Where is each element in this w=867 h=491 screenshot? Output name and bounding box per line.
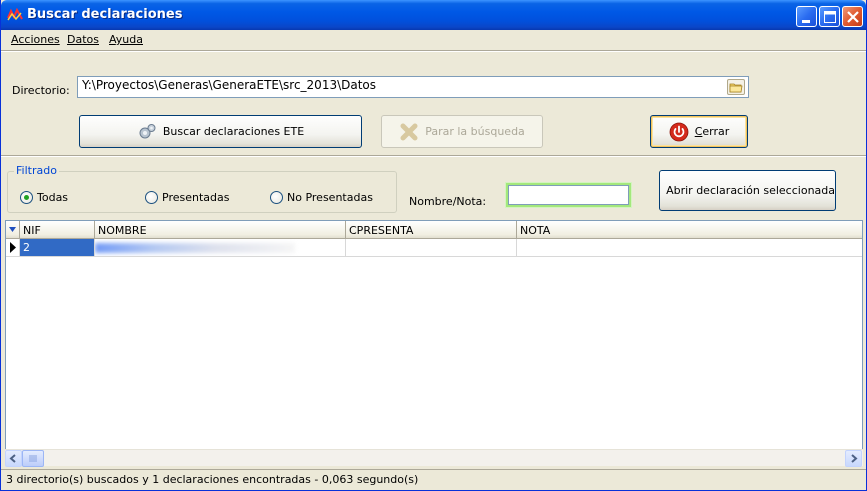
search-declarations-button[interactable]: Buscar declaraciones ETE — [79, 115, 362, 148]
cell-nif-value: 2 — [23, 241, 30, 254]
filter-legend: Filtrado — [14, 164, 59, 177]
maximize-icon — [824, 11, 836, 23]
search-declarations-label: Buscar declaraciones ETE — [162, 125, 305, 138]
scroll-left-button[interactable] — [5, 450, 22, 467]
col-header-nota[interactable]: NOTA — [517, 221, 862, 239]
scroll-right-button[interactable] — [845, 450, 862, 467]
grip-icon — [29, 455, 37, 462]
title-bar[interactable]: Buscar declaraciones — [1, 0, 866, 30]
nota-input[interactable] — [508, 185, 629, 205]
menu-bar: Acciones Datos Ayuda — [1, 30, 866, 50]
grid-header: NIF NOMBRE CPRESENTA NOTA — [6, 221, 862, 239]
stop-search-button[interactable]: Parar la búsqueda — [381, 115, 543, 148]
redacted-blur — [95, 243, 295, 253]
folder-icon — [729, 83, 743, 93]
window-title: Buscar declaraciones — [27, 7, 183, 22]
close-window-button[interactable] — [842, 6, 863, 27]
radio-circle — [145, 191, 158, 204]
chevron-right-icon — [851, 454, 858, 463]
sort-indicator-cell[interactable] — [6, 221, 20, 239]
directory-value: Y:\Proyectos\Generas\GeneraETE\src_2013\… — [82, 78, 377, 92]
row-indicator — [6, 239, 20, 256]
radio-no-presentadas[interactable]: No Presentadas — [270, 191, 373, 204]
radio-circle-selected — [20, 191, 33, 204]
minimize-icon — [802, 20, 810, 23]
table-row[interactable]: 2 — [6, 239, 862, 257]
declarations-grid[interactable]: NIF NOMBRE CPRESENTA NOTA 2 — [5, 220, 863, 466]
menu-datos-label: atos — [75, 33, 99, 46]
menu-acciones[interactable]: Acciones — [11, 33, 60, 46]
maximize-button[interactable] — [819, 6, 840, 27]
status-bar: 3 directorio(s) buscados y 1 declaracion… — [1, 469, 866, 489]
menu-ayuda-label: yuda — [115, 33, 143, 46]
close-label: Cerrar — [695, 125, 730, 138]
main-window: Buscar declaraciones Acciones Datos Ayud… — [0, 0, 867, 491]
scroll-thumb[interactable] — [22, 450, 44, 467]
divider — [1, 50, 866, 52]
close-icon — [847, 11, 859, 23]
horizontal-scrollbar[interactable] — [5, 449, 863, 467]
radio-todas[interactable]: Todas — [20, 191, 68, 204]
cell-cpresenta[interactable] — [346, 239, 517, 256]
cell-nombre[interactable] — [95, 239, 346, 256]
radio-presentadas-label: Presentadas — [162, 191, 230, 204]
close-rest: errar — [702, 125, 730, 138]
radio-presentadas[interactable]: Presentadas — [145, 191, 229, 204]
col-header-nombre[interactable]: NOMBRE — [95, 221, 346, 239]
menu-ayuda-accel: A — [109, 33, 116, 46]
menu-acciones-label: cciones — [18, 33, 60, 46]
browse-folder-button[interactable] — [727, 79, 745, 95]
open-declaration-label: Abrir declaración seleccionada — [666, 184, 835, 197]
status-text: 3 directorio(s) buscados y 1 declaracion… — [6, 473, 419, 486]
power-icon — [669, 122, 689, 141]
sort-down-icon — [9, 227, 16, 232]
menu-datos[interactable]: Datos — [67, 33, 99, 46]
radio-circle — [270, 191, 283, 204]
close-button[interactable]: Cerrar — [650, 115, 748, 148]
open-declaration-button[interactable]: Abrir declaración seleccionada — [659, 170, 836, 211]
radio-no-presentadas-label: No Presentadas — [287, 191, 373, 204]
directory-input[interactable]: Y:\Proyectos\Generas\GeneraETE\src_2013\… — [77, 76, 749, 98]
divider — [1, 155, 866, 157]
menu-ayuda[interactable]: Ayuda — [109, 33, 143, 46]
app-icon — [7, 8, 23, 21]
cell-nif[interactable]: 2 — [20, 239, 95, 256]
chevron-left-icon — [9, 454, 16, 463]
row-pointer-icon — [10, 242, 16, 253]
col-header-nif[interactable]: NIF — [20, 221, 95, 239]
cell-nota[interactable] — [517, 239, 862, 256]
gears-icon — [139, 123, 156, 138]
stop-search-label: Parar la búsqueda — [425, 125, 525, 138]
minimize-button[interactable] — [796, 6, 817, 27]
stop-x-icon — [400, 123, 418, 140]
radio-todas-label: Todas — [37, 191, 69, 204]
directory-label: Directorio: — [12, 84, 70, 97]
nota-label: Nombre/Nota: — [409, 195, 487, 208]
col-header-cpresenta[interactable]: CPRESENTA — [346, 221, 517, 239]
